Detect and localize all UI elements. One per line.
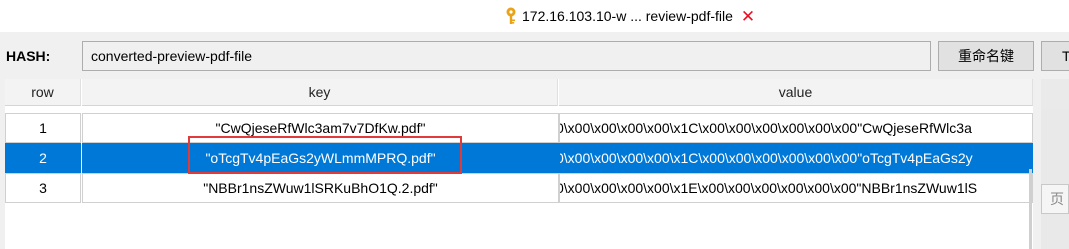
column-header-row[interactable]: row <box>5 79 81 106</box>
row-number-cell[interactable]: 2 <box>5 143 81 173</box>
key-cell[interactable]: "oTcgTv4pEaGs2yWLmmMPRQ.pdf" <box>82 143 559 173</box>
rename-key-button[interactable]: 重命名键 <box>938 41 1034 71</box>
side-panel-header <box>1041 79 1069 109</box>
value-text: 0\x00\x00\x00\x00\x1C\x00\x00\x00\x00\x0… <box>559 120 972 136</box>
hash-name-field[interactable]: converted-preview-pdf-file <box>82 41 931 71</box>
column-header-value[interactable]: value <box>559 79 1033 106</box>
value-cell[interactable]: 0\x00\x00\x00\x00\x1C\x00\x00\x00\x00\x0… <box>559 113 1033 143</box>
ttl-button[interactable]: T <box>1041 41 1069 71</box>
key-cell[interactable]: "NBBr1nsZWuw1lSRKuBhO1Q.2.pdf" <box>82 173 559 203</box>
window-title: 172.16.103.10-w ... review-pdf-file <box>522 8 733 24</box>
value-text: 0\x00\x00\x00\x00\x1E\x00\x00\x00\x00\x0… <box>559 180 978 196</box>
row-number-cell[interactable]: 1 <box>5 113 81 143</box>
hash-label: HASH: <box>6 48 51 64</box>
hash-table: row key value 1 "CwQjeseRfWlc3am7v7DfKw.… <box>5 79 1033 249</box>
title-bar: 172.16.103.10-w ... review-pdf-file ✕ <box>0 0 1069 32</box>
side-panel <box>1041 79 1069 249</box>
key-icon <box>504 7 518 25</box>
window-title-group: 172.16.103.10-w ... review-pdf-file ✕ <box>504 6 755 26</box>
row-number-cell[interactable]: 3 <box>5 173 81 203</box>
column-header-key[interactable]: key <box>82 79 558 106</box>
page-button[interactable]: 页 <box>1041 184 1069 214</box>
key-cell[interactable]: "CwQjeseRfWlc3am7v7DfKw.pdf" <box>82 113 559 143</box>
value-cell[interactable]: 0\x00\x00\x00\x00\x1E\x00\x00\x00\x00\x0… <box>559 173 1033 203</box>
close-icon[interactable]: ✕ <box>741 8 755 25</box>
vertical-scrollbar[interactable] <box>1029 169 1032 249</box>
value-cell[interactable]: 0\x00\x00\x00\x00\x1C\x00\x00\x00\x00\x0… <box>559 143 1033 173</box>
value-text: 0\x00\x00\x00\x00\x1C\x00\x00\x00\x00\x0… <box>559 150 973 166</box>
